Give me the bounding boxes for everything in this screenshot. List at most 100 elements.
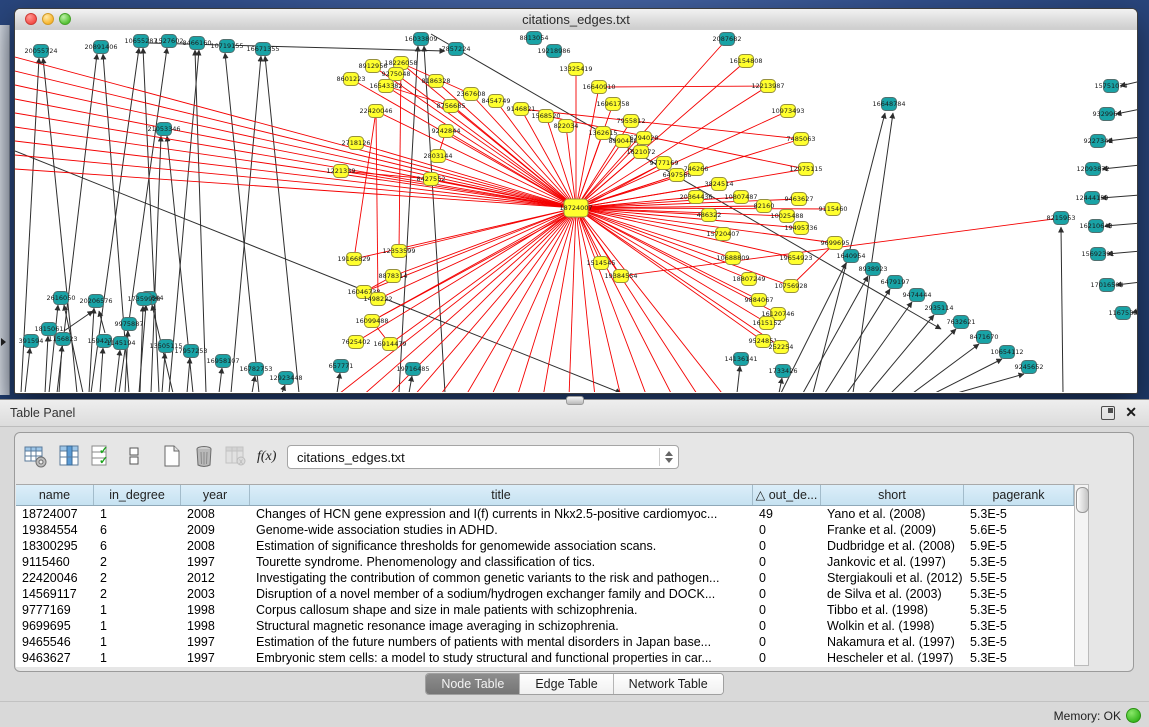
- table-cell[interactable]: 14569117: [16, 586, 94, 602]
- new-column-button[interactable]: [159, 444, 185, 470]
- graph-edge-selected[interactable]: [361, 208, 576, 392]
- column-header-year[interactable]: year: [181, 485, 250, 505]
- tab-edge-table[interactable]: Edge Table: [520, 674, 613, 694]
- table-cell[interactable]: 5.3E-5: [964, 634, 1074, 650]
- graph-edge[interactable]: [64, 305, 83, 392]
- graph-edge[interactable]: [151, 136, 161, 392]
- table-row[interactable]: 977716911998Corpus callosum shape and si…: [16, 602, 1074, 618]
- graph-edge[interactable]: [825, 289, 890, 392]
- scrollbar-thumb[interactable]: [1076, 487, 1089, 513]
- table-cell[interactable]: 5.3E-5: [964, 618, 1074, 634]
- graph-edge[interactable]: [265, 56, 299, 392]
- graph-edge-selected[interactable]: [569, 208, 576, 392]
- graph-edge-selected[interactable]: [15, 155, 576, 208]
- row-mode-button[interactable]: [121, 444, 147, 470]
- graph-edge-selected[interactable]: [399, 63, 401, 251]
- graph-edge[interactable]: [779, 378, 782, 392]
- table-cell[interactable]: 2009: [181, 522, 250, 538]
- table-cell[interactable]: 2012: [181, 570, 250, 586]
- table-cell[interactable]: Structural magnetic resonance image aver…: [250, 618, 753, 634]
- column-header-in_degree[interactable]: in_degree: [94, 485, 181, 505]
- table-cell[interactable]: Franke et al. (2009): [821, 522, 964, 538]
- table-cell[interactable]: 9463627: [16, 650, 94, 666]
- graph-edge[interactable]: [803, 276, 868, 392]
- graph-edge[interactable]: [143, 48, 159, 392]
- select-columns-button[interactable]: ✓✓: [89, 444, 115, 470]
- table-cell[interactable]: 0: [753, 602, 821, 618]
- graph-edge[interactable]: [424, 46, 445, 392]
- combobox-stepper-icon[interactable]: [659, 448, 676, 466]
- graph-edge[interactable]: [891, 329, 956, 392]
- graph-edge[interactable]: [219, 368, 222, 392]
- table-cell[interactable]: Estimation of the future numbers of pati…: [250, 634, 753, 650]
- table-cell[interactable]: 9699695: [16, 618, 94, 634]
- graph-edge-selected[interactable]: [15, 57, 576, 208]
- table-cell[interactable]: 1997: [181, 554, 250, 570]
- table-cell[interactable]: 5.9E-5: [964, 538, 1074, 554]
- table-cell[interactable]: 6: [94, 522, 181, 538]
- graph-edge[interactable]: [231, 56, 261, 392]
- table-row[interactable]: 1456911722003Disruption of a novel membe…: [16, 586, 1074, 602]
- graph-edge-selected[interactable]: [446, 131, 576, 208]
- table-cell[interactable]: 1997: [181, 650, 250, 666]
- table-cell[interactable]: Corpus callosum shape and size in male p…: [250, 602, 753, 618]
- graph-edge-selected[interactable]: [354, 111, 376, 259]
- close-panel-icon[interactable]: ✕: [1125, 404, 1137, 420]
- table-cell[interactable]: 9115460: [16, 554, 94, 570]
- show-column-button[interactable]: [57, 444, 83, 470]
- table-cell[interactable]: 2: [94, 570, 181, 586]
- table-cell[interactable]: 22420046: [16, 570, 94, 586]
- table-cell[interactable]: de Silva et al. (2003): [821, 586, 964, 602]
- graph-edge-selected[interactable]: [491, 208, 576, 392]
- graph-edge[interactable]: [337, 373, 340, 392]
- citation-network-graph[interactable]: 1872400713325419166409101696175879558121…: [15, 30, 1137, 392]
- table-cell[interactable]: 1: [94, 506, 181, 522]
- graph-edge[interactable]: [431, 34, 941, 329]
- table-cell[interactable]: 1998: [181, 602, 250, 618]
- graph-edge[interactable]: [100, 348, 103, 392]
- table-cell[interactable]: Stergiakouli et al. (2012): [821, 570, 964, 586]
- graph-edge[interactable]: [282, 385, 285, 392]
- table-cell[interactable]: 49: [753, 506, 821, 522]
- table-cell[interactable]: 6: [94, 538, 181, 554]
- table-cell[interactable]: 1997: [181, 634, 250, 650]
- graph-edge[interactable]: [169, 50, 199, 392]
- table-row[interactable]: 946554611997Estimation of the future num…: [16, 634, 1074, 650]
- table-cell[interactable]: 2003: [181, 586, 250, 602]
- table-cell[interactable]: 19384554: [16, 522, 94, 538]
- table-cell[interactable]: Tourette syndrome. Phenomenology and cla…: [250, 554, 753, 570]
- table-cell[interactable]: 2008: [181, 506, 250, 522]
- function-builder-button[interactable]: f(x): [257, 444, 283, 470]
- network-window-titlebar[interactable]: citations_edges.txt: [15, 9, 1137, 31]
- graph-edge[interactable]: [225, 53, 259, 392]
- column-header-out_de[interactable]: △ out_de...: [753, 485, 821, 505]
- table-cell[interactable]: 2: [94, 554, 181, 570]
- graph-edge-selected[interactable]: [465, 208, 576, 392]
- table-cell[interactable]: Hescheler et al. (1997): [821, 650, 964, 666]
- table-cell[interactable]: Genome-wide association studies in ADHD.: [250, 522, 753, 538]
- graph-edge[interactable]: [115, 350, 120, 392]
- table-cell[interactable]: 1: [94, 602, 181, 618]
- table-row[interactable]: 1938455462009Genome-wide association stu…: [16, 522, 1074, 538]
- graph-edge[interactable]: [935, 359, 1002, 392]
- table-cell[interactable]: 9465546: [16, 634, 94, 650]
- table-cell[interactable]: Changes of HCN gene expression and I(f) …: [250, 506, 753, 522]
- column-header-short[interactable]: short: [821, 485, 964, 505]
- table-row[interactable]: 2242004622012Investigating the contribut…: [16, 570, 1074, 586]
- table-cell[interactable]: 0: [753, 522, 821, 538]
- graph-edge[interactable]: [737, 366, 740, 392]
- graph-edge-selected[interactable]: [413, 208, 576, 392]
- table-cell[interactable]: Wolkin et al. (1998): [821, 618, 964, 634]
- table-cell[interactable]: 0: [753, 634, 821, 650]
- memory-status-indicator[interactable]: [1126, 708, 1141, 723]
- graph-edge[interactable]: [252, 376, 255, 392]
- graph-edge[interactable]: [49, 305, 58, 392]
- column-header-pagerank[interactable]: pagerank: [964, 485, 1074, 505]
- graph-edge-selected[interactable]: [576, 208, 595, 392]
- table-cell[interactable]: 18724007: [16, 506, 94, 522]
- graph-edge-selected[interactable]: [15, 113, 576, 208]
- table-cell[interactable]: 5.3E-5: [964, 602, 1074, 618]
- table-cell[interactable]: 5.5E-5: [964, 570, 1074, 586]
- table-cell[interactable]: 2: [94, 586, 181, 602]
- graph-edge[interactable]: [195, 50, 206, 392]
